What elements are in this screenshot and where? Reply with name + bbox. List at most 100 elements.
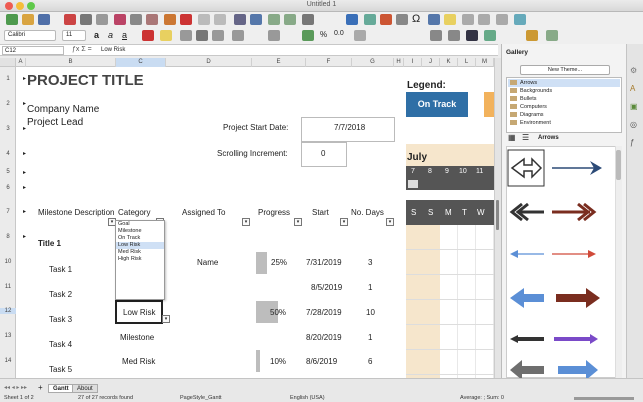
row-group-marker-icon[interactable]: ▸: [23, 208, 26, 215]
column-icon[interactable]: [284, 14, 296, 25]
bold-icon[interactable]: a: [94, 30, 99, 40]
row-header[interactable]: 2: [0, 101, 16, 107]
list-option[interactable]: On Track: [116, 235, 164, 242]
percent-icon[interactable]: %: [320, 30, 327, 39]
theme-list[interactable]: Arrows Backgrounds Bullets Computers Dia…: [506, 77, 622, 133]
icon-view-icon[interactable]: ▦: [508, 133, 516, 142]
name-box[interactable]: C12: [2, 46, 64, 55]
spelling-icon[interactable]: [250, 14, 262, 25]
theme-item[interactable]: Computers: [510, 103, 547, 111]
row-header[interactable]: 1: [0, 76, 16, 82]
new-theme-button[interactable]: New Theme...: [520, 65, 610, 75]
pivot-table-icon[interactable]: [396, 14, 408, 25]
gallery-arrow-previews[interactable]: [506, 146, 614, 378]
list-option-selected[interactable]: Low Risk: [116, 242, 164, 249]
column-header[interactable]: E: [252, 58, 306, 67]
column-header[interactable]: K: [440, 58, 458, 67]
column-header[interactable]: C: [116, 58, 166, 67]
sort-icon[interactable]: [302, 14, 314, 25]
undo-icon[interactable]: [198, 14, 210, 25]
detail-view-icon[interactable]: ☰: [522, 133, 529, 142]
image-icon[interactable]: [364, 14, 376, 25]
add-decimal-icon[interactable]: [354, 30, 366, 41]
column-header[interactable]: L: [458, 58, 476, 67]
row-header[interactable]: 8: [0, 234, 16, 240]
save-icon[interactable]: [38, 14, 50, 25]
header-footer-icon[interactable]: [462, 14, 474, 25]
merge-cells-icon[interactable]: [268, 30, 280, 41]
conditional-format-icon[interactable]: [526, 30, 538, 41]
gallery-scrollbar[interactable]: [615, 146, 622, 378]
theme-item[interactable]: Backgrounds: [510, 87, 552, 95]
column-header[interactable]: I: [404, 58, 422, 67]
draw-functions-icon[interactable]: [546, 30, 558, 41]
splitter-handle[interactable]: [496, 200, 499, 230]
row-header[interactable]: 13: [0, 333, 16, 339]
row-group-marker-icon[interactable]: ▸: [23, 150, 26, 157]
row-group-marker-icon[interactable]: ▸: [23, 125, 26, 132]
font-name-select[interactable]: Calibri: [4, 30, 56, 41]
row-group-marker-icon[interactable]: ▸: [23, 233, 26, 240]
functions-icon[interactable]: ƒ: [630, 138, 634, 147]
wrap-text-icon[interactable]: [232, 30, 244, 41]
chart-icon[interactable]: [380, 14, 392, 25]
function-wizard-icon[interactable]: ƒx Σ =: [72, 46, 92, 53]
sheet-tab-gantt[interactable]: Gantt: [48, 384, 74, 393]
row-header[interactable]: 12: [0, 308, 16, 314]
gantt-scroll-thumb[interactable]: [408, 180, 418, 188]
category-validation-list[interactable]: Goal Milestone On Track Low Risk Med Ris…: [115, 220, 165, 300]
borders-icon[interactable]: [430, 30, 442, 41]
gantt-scrollbar-strip[interactable]: [406, 178, 494, 190]
gallery-icon[interactable]: ▣: [630, 102, 638, 111]
find-replace-icon[interactable]: [234, 14, 246, 25]
row-group-marker-icon[interactable]: ▸: [23, 184, 26, 191]
align-left-icon[interactable]: [180, 30, 192, 41]
progress-filter-button[interactable]: ▾: [294, 218, 302, 226]
add-sheet-icon[interactable]: +: [38, 383, 43, 392]
row-icon[interactable]: [268, 14, 280, 25]
print-preview-icon[interactable]: [96, 14, 108, 25]
row-header[interactable]: 6: [0, 185, 16, 191]
print-icon[interactable]: [80, 14, 92, 25]
align-center-icon[interactable]: [196, 30, 208, 41]
export-pdf-icon[interactable]: [64, 14, 76, 25]
theme-item-arrows[interactable]: Arrows: [508, 79, 620, 87]
row-header[interactable]: 3: [0, 126, 16, 132]
row-header[interactable]: 7: [0, 209, 16, 215]
paste-icon[interactable]: [146, 14, 158, 25]
column-header[interactable]: B: [26, 58, 116, 67]
theme-item[interactable]: Bullets: [510, 95, 537, 103]
clone-formatting-icon[interactable]: [164, 14, 176, 25]
background-color-icon[interactable]: [484, 30, 496, 41]
underline-icon[interactable]: a: [122, 30, 127, 40]
font-color-icon[interactable]: [142, 30, 154, 41]
theme-item[interactable]: Diagrams: [510, 111, 544, 119]
currency-icon[interactable]: [302, 30, 314, 41]
open-icon[interactable]: [22, 14, 34, 25]
clear-formatting-icon[interactable]: [180, 14, 192, 25]
number-format-icon[interactable]: 0.0: [334, 30, 344, 37]
italic-icon[interactable]: a: [108, 30, 113, 40]
list-option[interactable]: Med Risk: [116, 249, 164, 256]
border-style-icon[interactable]: [448, 30, 460, 41]
column-header[interactable]: M: [476, 58, 494, 67]
row-group-marker-icon[interactable]: ▸: [23, 100, 26, 107]
days-filter-button[interactable]: ▾: [386, 218, 394, 226]
row-header[interactable]: 5: [0, 169, 16, 175]
split-window-icon[interactable]: [514, 14, 526, 25]
row-header[interactable]: 4: [0, 151, 16, 157]
redo-icon[interactable]: [214, 14, 226, 25]
autofilter-icon[interactable]: [346, 14, 358, 25]
list-option[interactable]: Milestone: [116, 228, 164, 235]
zoom-slider[interactable]: [574, 397, 634, 400]
column-header[interactable]: J: [422, 58, 440, 67]
row-header[interactable]: 10: [0, 259, 16, 265]
column-header[interactable]: D: [166, 58, 252, 67]
copy-icon[interactable]: [130, 14, 142, 25]
row-header[interactable]: 14: [0, 358, 16, 364]
spreadsheet-grid[interactable]: ▸ ▸ ▸ ▸ ▸ ▸ ▸ ▸ PROJECT TITLE Company Na…: [16, 67, 494, 378]
sheet-nav-icon[interactable]: ◂◂ ◂ ▸ ▸▸: [4, 384, 27, 391]
styles-icon[interactable]: A: [630, 84, 635, 93]
font-size-select[interactable]: 11: [62, 30, 86, 41]
freeze-rows-icon[interactable]: [496, 14, 508, 25]
